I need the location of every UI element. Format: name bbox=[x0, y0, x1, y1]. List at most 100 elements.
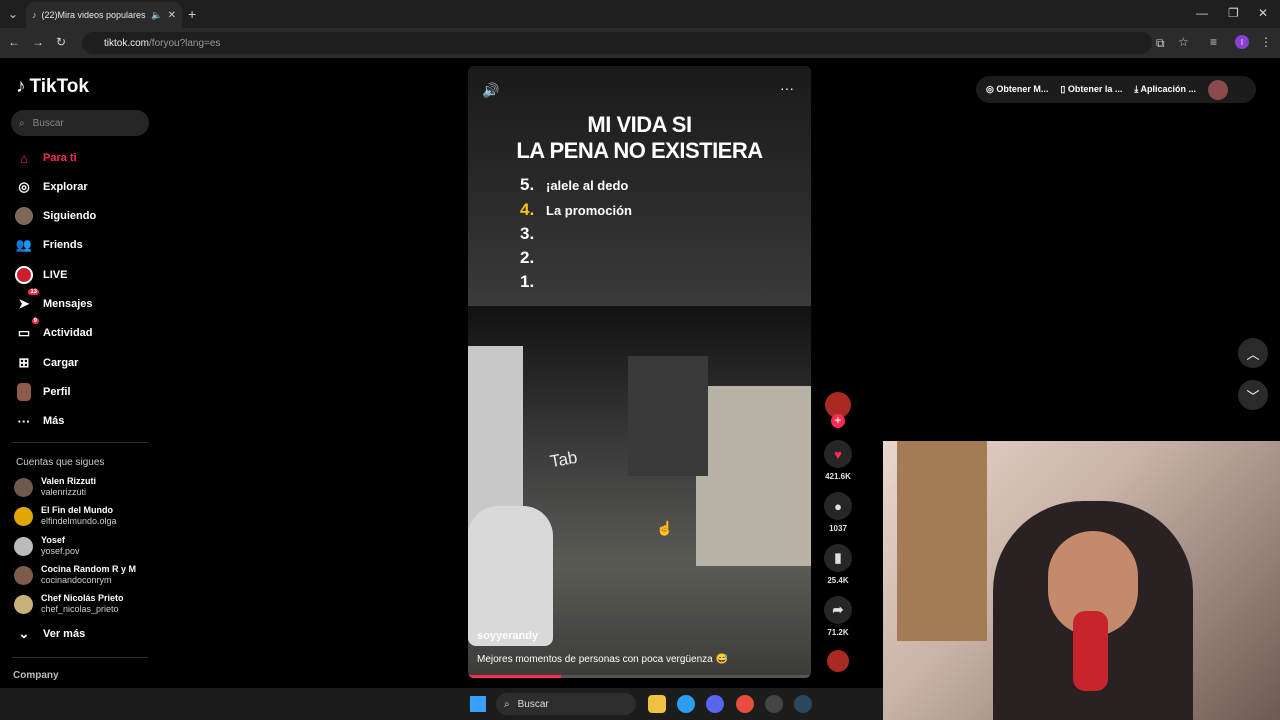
tiktok-favicon-icon: ♪ bbox=[32, 10, 37, 20]
user-avatar[interactable] bbox=[1208, 79, 1229, 100]
chevron-up-icon: ︿ bbox=[1246, 346, 1260, 362]
nav-label: Friends bbox=[43, 239, 83, 251]
taskbar-search-label: Buscar bbox=[517, 698, 549, 710]
rank-number: 1. bbox=[520, 272, 535, 291]
file-explorer-icon[interactable] bbox=[648, 695, 666, 713]
nav-label: Más bbox=[43, 415, 65, 427]
messages-badge: 13 bbox=[28, 289, 39, 295]
share-count: 71.2K bbox=[827, 628, 849, 637]
rank-number: 4. bbox=[520, 200, 535, 219]
steam-icon[interactable] bbox=[794, 695, 812, 713]
nav-actividad[interactable]: ▭ 9 Actividad bbox=[14, 318, 93, 344]
reload-icon[interactable]: ↻ bbox=[56, 35, 66, 49]
nav-mas[interactable]: ··· Más bbox=[14, 410, 65, 432]
avatar bbox=[14, 594, 33, 614]
nav-cargar[interactable]: ⊞ Cargar bbox=[14, 352, 79, 374]
forward-icon[interactable]: → bbox=[32, 35, 44, 49]
app-label: Aplicación ... bbox=[1140, 84, 1197, 94]
get-coins-label: Obtener M... bbox=[996, 84, 1049, 94]
address-bar[interactable]: tiktok.com/foryou?lang=es bbox=[82, 32, 1152, 54]
tiktok-logo[interactable]: ♪ TikTok bbox=[16, 76, 89, 98]
following-account[interactable]: Yosef yosef.pov bbox=[14, 535, 80, 557]
nav-friends[interactable]: 👥 Friends bbox=[14, 234, 83, 256]
install-icon[interactable]: ⧉ bbox=[1156, 36, 1165, 51]
tab-search-icon[interactable]: ⌄ bbox=[6, 7, 20, 21]
like-button[interactable]: ♥ 421.6K bbox=[822, 440, 854, 481]
nav-label: Perfil bbox=[43, 386, 71, 398]
rank-item: 4. La promoción bbox=[520, 200, 632, 220]
next-video-button[interactable]: ﹀ bbox=[1238, 380, 1268, 410]
nav-label: LIVE bbox=[43, 269, 68, 281]
live-icon bbox=[14, 265, 34, 285]
save-button[interactable]: ▮ 25.4K bbox=[822, 544, 854, 585]
creator-avatar[interactable]: + bbox=[822, 392, 854, 428]
profile-icon bbox=[14, 382, 34, 402]
upload-icon: ⊞ bbox=[18, 355, 30, 370]
close-window-icon[interactable]: ✕ bbox=[1258, 6, 1268, 20]
get-coins-button[interactable]: ◎ Obtener M... bbox=[986, 84, 1048, 95]
chevron-down-icon: ⌄ bbox=[18, 626, 30, 641]
taskbar-search[interactable]: ⌕ Buscar bbox=[496, 693, 636, 715]
app-button[interactable]: ⤓ Aplicación ... bbox=[1134, 84, 1196, 95]
edge-icon[interactable] bbox=[677, 695, 695, 713]
discord-icon[interactable] bbox=[706, 695, 724, 713]
restore-icon[interactable]: ❐ bbox=[1228, 6, 1239, 20]
url-path: /foryou?lang=es bbox=[149, 37, 221, 49]
nav-label: Actividad bbox=[43, 327, 93, 339]
comment-button[interactable]: ● 1037 bbox=[822, 492, 854, 533]
menu-kebab-icon[interactable]: ⋮ bbox=[1260, 35, 1272, 49]
sound-disc[interactable] bbox=[822, 650, 854, 672]
previous-video-button[interactable]: ︿ bbox=[1238, 338, 1268, 368]
mouse-cursor-icon: ☝ bbox=[656, 520, 674, 536]
back-icon[interactable]: ← bbox=[8, 35, 20, 49]
minimize-icon[interactable]: — bbox=[1196, 6, 1208, 20]
bookmark-star-icon[interactable]: ☆ bbox=[1178, 35, 1189, 49]
nav-mensajes[interactable]: ➤ 13 Mensajes bbox=[14, 289, 93, 315]
rank-item: 3. bbox=[520, 224, 546, 244]
account-handle: valenrizzuti bbox=[41, 487, 87, 497]
following-account[interactable]: Cocina Random R y Mcocinandoconrym bbox=[14, 564, 136, 586]
speaker-icon[interactable]: 🔈 bbox=[151, 10, 162, 21]
nav-label: Cargar bbox=[43, 357, 79, 369]
profile-avatar[interactable]: I bbox=[1235, 35, 1249, 49]
chrome-icon[interactable] bbox=[736, 695, 754, 713]
search-placeholder: Buscar bbox=[32, 117, 64, 129]
nav-live[interactable]: LIVE bbox=[14, 264, 67, 286]
new-tab-button[interactable]: + bbox=[188, 6, 196, 22]
more-options-icon[interactable]: ··· bbox=[780, 80, 794, 96]
media-icon[interactable]: ≡ bbox=[1210, 35, 1217, 49]
comment-count: 1037 bbox=[829, 524, 847, 533]
avatar bbox=[14, 506, 33, 526]
following-avatar-icon bbox=[14, 206, 34, 226]
volume-icon[interactable]: 🔊 bbox=[482, 82, 499, 99]
account-name: Cocina Random R y M bbox=[41, 564, 137, 574]
rank-item: 5. ¡alele al dedo bbox=[520, 175, 628, 195]
webcam-overlay bbox=[883, 441, 1280, 720]
more-icon: ··· bbox=[17, 413, 31, 429]
close-tab-icon[interactable]: ✕ bbox=[168, 10, 176, 21]
follow-plus-icon[interactable]: + bbox=[831, 414, 845, 428]
nav-perfil[interactable]: Perfil bbox=[14, 381, 71, 403]
browser-tab[interactable]: ♪ (22)Mira videos populares s 🔈 ✕ bbox=[26, 2, 182, 28]
rank-number: 3. bbox=[520, 224, 535, 243]
see-more-button[interactable]: ⌄ Ver más bbox=[14, 623, 86, 645]
share-button[interactable]: ➦ 71.2K bbox=[822, 596, 854, 637]
company-link[interactable]: Company bbox=[13, 670, 59, 681]
search-input[interactable]: ⌕ Buscar bbox=[11, 110, 149, 136]
video-author[interactable]: soyyerandy bbox=[477, 630, 538, 642]
following-account[interactable]: Chef Nicolás Prieto chef_nicolas_prieto bbox=[14, 593, 124, 615]
start-icon[interactable] bbox=[470, 696, 486, 712]
search-icon: ⌕ bbox=[19, 117, 25, 129]
following-account[interactable]: El Fin del Mundo elfindelmundo.olga bbox=[14, 505, 117, 527]
nav-siguiendo[interactable]: Siguiendo bbox=[14, 205, 96, 227]
compass-icon: ◎ bbox=[18, 179, 30, 194]
following-account[interactable]: Valen Rizzuti valenrizzuti bbox=[14, 476, 96, 498]
nav-explorar[interactable]: ◎ Explorar bbox=[14, 176, 87, 198]
building bbox=[696, 386, 811, 566]
obs-icon[interactable] bbox=[765, 695, 783, 713]
get-app-button[interactable]: ▯ Obtener la ... bbox=[1060, 84, 1122, 95]
account-handle: cocinandoconrym bbox=[41, 575, 112, 585]
video-player[interactable]: 🔊 ··· MI VIDA SI LA PENA NO EXISTIERA 5.… bbox=[468, 66, 811, 678]
nav-para-ti[interactable]: ⌂ Para ti bbox=[14, 147, 77, 169]
video-progress-bar[interactable] bbox=[468, 675, 811, 678]
